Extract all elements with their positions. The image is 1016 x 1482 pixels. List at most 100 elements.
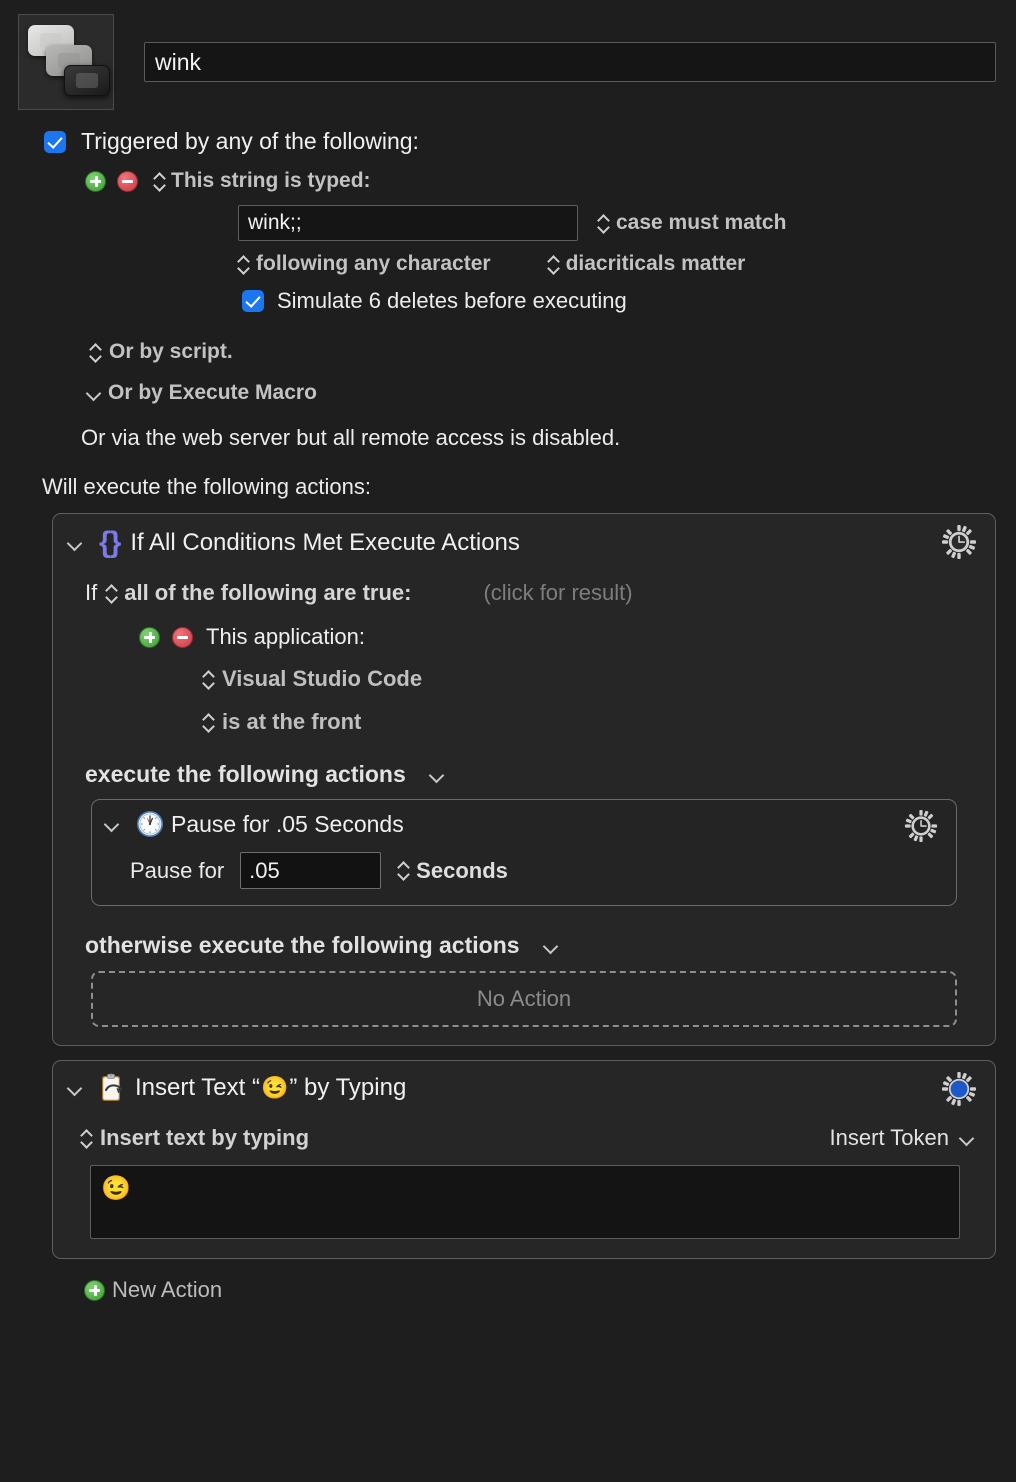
trigger-type-row: This string is typed:: [85, 169, 996, 193]
insert-text-title-prefix: Insert Text “: [135, 1074, 260, 1101]
condition-app-row[interactable]: Visual Studio Code: [203, 666, 995, 692]
insert-text-title-emoji: 😉: [260, 1075, 289, 1100]
condition-state-label: is at the front: [222, 709, 362, 734]
trigger-string-input[interactable]: wink;;: [238, 205, 578, 241]
action-insert-text[interactable]: Insert Text “😉” by Typing Insert text by…: [52, 1060, 996, 1259]
insert-text-action-header: Insert Text “😉” by Typing: [53, 1061, 995, 1109]
condition-mode-label[interactable]: all of the following are true:: [124, 580, 411, 606]
pause-action-header: Pause for .05 Seconds: [92, 800, 956, 843]
new-action-button[interactable]: New Action: [84, 1273, 998, 1303]
macro-header: wink: [0, 0, 1016, 114]
insert-text-action-title: Insert Text “😉” by Typing: [135, 1074, 406, 1102]
macro-name-input[interactable]: wink: [144, 42, 996, 82]
or-by-script-label: Or by script.: [109, 340, 233, 363]
actions-list: {} If All Conditions Met Execute Actions: [0, 513, 1016, 1303]
pause-for-label: Pause for: [130, 857, 225, 883]
diacriticals-option[interactable]: diacriticals matter: [548, 252, 746, 276]
then-branch-label: execute the following actions: [85, 761, 406, 787]
insert-token-label: Insert Token: [829, 1125, 949, 1150]
following-option-stepper-icon[interactable]: [238, 254, 251, 275]
following-option[interactable]: following any character: [238, 252, 491, 276]
condition-state-row[interactable]: is at the front: [203, 709, 995, 735]
condition-app-label: Visual Studio Code: [222, 666, 423, 691]
braces-icon: {}: [99, 526, 121, 559]
if-word-label: If: [85, 580, 98, 605]
triggered-by-label: Triggered by any of the following:: [81, 128, 419, 154]
then-branch-header: execute the following actions: [85, 761, 995, 788]
following-option-label: following any character: [256, 252, 491, 275]
condition-mode-stepper-icon[interactable]: [106, 583, 119, 604]
condition-app-stepper-icon[interactable]: [203, 669, 216, 690]
pause-units-label: Seconds: [416, 857, 508, 883]
if-condition-mode-row: If all of the following are true: (click…: [85, 580, 995, 606]
then-branch-chevron-down-icon[interactable]: [429, 767, 445, 783]
else-branch-chevron-down-icon[interactable]: [543, 938, 559, 954]
else-branch-label: otherwise execute the following actions: [85, 932, 520, 958]
trigger-section: Triggered by any of the following: This …: [0, 128, 1016, 500]
add-trigger-button[interactable]: [85, 170, 106, 192]
pause-action-disclosure-chevron-down-icon[interactable]: [104, 816, 120, 832]
if-action-disclosure-chevron-down-icon[interactable]: [67, 535, 83, 551]
case-option-stepper-icon[interactable]: [598, 213, 611, 234]
condition-row: This application:: [139, 624, 995, 650]
clock-icon: [136, 810, 164, 838]
gear-blue-icon[interactable]: [941, 1071, 977, 1107]
diacriticals-option-label: diacriticals matter: [565, 252, 746, 275]
pause-action-title: Pause for .05 Seconds: [171, 810, 404, 837]
add-condition-button[interactable]: [139, 626, 160, 648]
simulate-deletes-label: Simulate 6 deletes before executing: [277, 288, 627, 313]
insert-text-disclosure-chevron-down-icon[interactable]: [67, 1080, 83, 1096]
action-pause[interactable]: Pause for .05 Seconds Pause for .05 Seco…: [91, 799, 957, 906]
condition-type-label: This application:: [206, 624, 365, 649]
or-by-execute-macro-chevron-down-icon[interactable]: [86, 385, 102, 401]
insert-text-title-suffix: ” by Typing: [289, 1074, 407, 1101]
pause-units-stepper-icon[interactable]: [398, 860, 411, 881]
remove-trigger-button[interactable]: [117, 170, 138, 192]
or-by-script-stepper-icon[interactable]: [90, 342, 103, 363]
pause-duration-row: Pause for .05 Seconds: [130, 852, 956, 889]
remove-condition-button[interactable]: [172, 626, 193, 648]
click-for-result-label[interactable]: (click for result): [483, 580, 632, 606]
triggered-by-row: Triggered by any of the following:: [44, 128, 996, 155]
trigger-string-value: wink;;: [248, 211, 302, 234]
pause-duration-value: .05: [249, 857, 280, 883]
simulate-deletes-checkbox[interactable]: [242, 290, 264, 312]
if-action-header: {} If All Conditions Met Execute Actions: [53, 514, 995, 566]
clipboard-arrow-icon: [99, 1073, 127, 1103]
trigger-type-label[interactable]: This string is typed:: [171, 169, 371, 193]
insert-token-menu[interactable]: Insert Token: [830, 1125, 975, 1151]
web-server-note: Or via the web server but all remote acc…: [81, 425, 621, 450]
new-action-label: New Action: [112, 1277, 223, 1302]
insert-text-mode-stepper-icon[interactable]: [81, 1128, 94, 1149]
trigger-type-stepper-icon[interactable]: [154, 171, 167, 192]
case-option[interactable]: case must match: [598, 211, 786, 235]
or-by-execute-macro-label: Or by Execute Macro: [108, 381, 317, 404]
macro-name-value: wink: [155, 48, 202, 75]
no-action-label: No Action: [476, 986, 572, 1011]
new-action-plus-icon[interactable]: [84, 1279, 105, 1301]
case-option-label: case must match: [616, 211, 787, 234]
diacriticals-option-stepper-icon[interactable]: [548, 254, 561, 275]
pause-gear-clock-icon[interactable]: [904, 809, 938, 843]
pause-duration-input[interactable]: .05: [240, 852, 382, 889]
pause-units-dropdown[interactable]: Seconds: [398, 858, 508, 884]
condition-state-stepper-icon[interactable]: [203, 712, 216, 733]
or-by-execute-macro-row[interactable]: Or by Execute Macro: [86, 381, 996, 405]
trigger-options-row: following any character diacriticals mat…: [238, 252, 996, 276]
or-by-script-row[interactable]: Or by script.: [90, 340, 996, 364]
else-branch-header: otherwise execute the following actions: [85, 932, 995, 959]
trigger-string-row: wink;; case must match: [20, 205, 996, 241]
insert-text-textarea[interactable]: 😉: [90, 1165, 960, 1239]
if-action-title: If All Conditions Met Execute Actions: [130, 529, 520, 556]
insert-token-chevron-down-icon[interactable]: [959, 1130, 975, 1146]
insert-text-mode-dropdown[interactable]: Insert text by typing: [81, 1125, 309, 1151]
else-branch-drop-zone[interactable]: No Action: [91, 971, 957, 1027]
insert-text-value: 😉: [101, 1175, 131, 1202]
macro-icon[interactable]: [18, 14, 114, 110]
gear-clock-icon[interactable]: [941, 524, 977, 560]
triggered-by-checkbox[interactable]: [44, 130, 66, 153]
action-if-all-conditions[interactable]: {} If All Conditions Met Execute Actions: [52, 513, 996, 1046]
simulate-deletes-row: Simulate 6 deletes before executing: [242, 288, 996, 314]
macro-icon-card-3: [64, 65, 110, 96]
insert-text-options-row: Insert text by typing Insert Token: [81, 1125, 975, 1151]
